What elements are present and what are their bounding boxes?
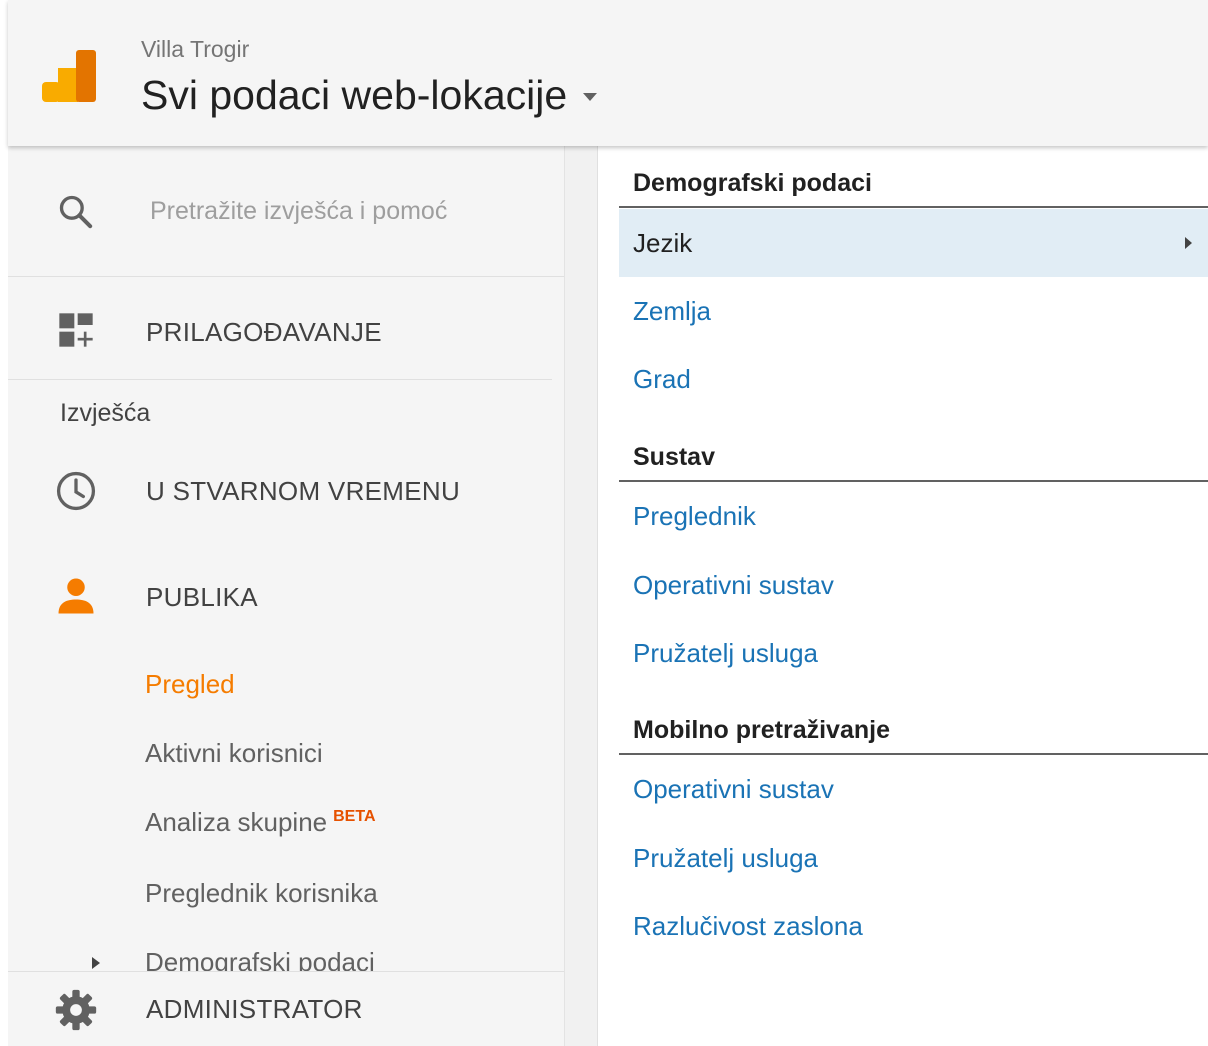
- group-demographics-title: Demografski podaci: [619, 146, 1208, 208]
- person-icon: [54, 574, 98, 618]
- search-icon: [59, 195, 93, 229]
- audience-user-explorer[interactable]: Preglednik korisnika: [145, 878, 378, 909]
- search-row: [8, 146, 564, 277]
- beta-badge: BETA: [333, 808, 376, 826]
- panel-link-screen-resolution[interactable]: Razlučivost zaslona: [619, 892, 1208, 960]
- panel-link-language-label: Jezik: [633, 227, 693, 258]
- caret-down-icon: [583, 93, 598, 101]
- submenu-panel: Demografski podaci Jezik Zemlja Grad Sus…: [619, 146, 1208, 1046]
- nav-customization[interactable]: PRILAGOĐAVANJE: [8, 286, 564, 376]
- expand-arrow-icon[interactable]: [92, 957, 100, 969]
- audience-active-users[interactable]: Aktivni korisnici: [145, 738, 323, 769]
- analytics-logo[interactable]: [42, 48, 98, 104]
- audience-cohort-analysis[interactable]: Analiza skupine BETA: [145, 807, 376, 838]
- sidebar: PRILAGOĐAVANJE Izvješća U STVARNOM VREME…: [8, 146, 565, 1046]
- panel-link-os[interactable]: Operativni sustav: [619, 551, 1208, 619]
- admin-label: ADMINISTRATOR: [146, 994, 363, 1024]
- view-name: Svi podaci web-lokacije: [141, 71, 568, 118]
- panel-link-browser[interactable]: Preglednik: [619, 482, 1208, 550]
- gear-icon: [54, 988, 98, 1032]
- admin-bar[interactable]: ADMINISTRATOR: [8, 971, 564, 1046]
- nav-customization-label: PRILAGOĐAVANJE: [146, 317, 382, 347]
- clock-icon: [54, 469, 98, 513]
- nav-realtime[interactable]: U STVARNOM VREMENU: [8, 451, 564, 531]
- panel-link-service-provider[interactable]: Pružatelj usluga: [619, 619, 1208, 687]
- panel-link-mobile-service-provider[interactable]: Pružatelj usluga: [619, 824, 1208, 892]
- app-header: Villa Trogir Svi podaci web-lokacije: [8, 0, 1208, 146]
- account-name: Villa Trogir: [141, 36, 250, 62]
- panel-link-mobile-os[interactable]: Operativni sustav: [619, 755, 1208, 823]
- cohort-analysis-label: Analiza skupine: [145, 807, 328, 837]
- panel-link-city[interactable]: Grad: [619, 345, 1208, 413]
- group-system-title: Sustav: [619, 420, 1208, 482]
- sidebar-gutter: [565, 146, 598, 1046]
- view-selector[interactable]: Svi podaci web-lokacije: [141, 68, 598, 122]
- nav-realtime-label: U STVARNOM VREMENU: [146, 476, 461, 506]
- search-input[interactable]: [148, 190, 542, 232]
- audience-overview[interactable]: Pregled: [145, 669, 235, 700]
- sidebar-divider: [8, 379, 552, 380]
- panel-link-language[interactable]: Jezik: [619, 209, 1208, 277]
- panel-link-country[interactable]: Zemlja: [619, 277, 1208, 345]
- nav-audience-label: PUBLIKA: [146, 582, 258, 612]
- chevron-right-icon: [1185, 237, 1192, 249]
- group-mobile-title: Mobilno pretraživanje: [619, 693, 1208, 755]
- nav-audience[interactable]: PUBLIKA: [8, 556, 564, 638]
- dashboard-add-icon: [54, 308, 98, 352]
- reports-heading: Izvješća: [60, 399, 151, 427]
